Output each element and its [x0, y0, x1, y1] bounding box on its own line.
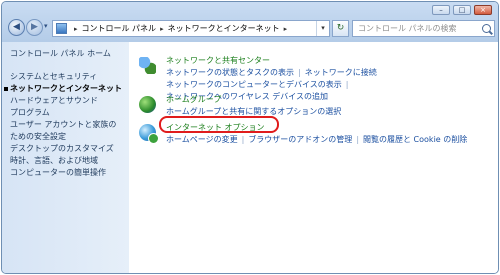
control-panel-window: – □ × ◀ ▶ ▾ ▸ コントロール パネル ▸ ネットワークとインターネッ… — [1, 1, 499, 274]
maximize-button[interactable]: □ — [453, 5, 471, 15]
search-input[interactable]: コントロール パネルの検索 — [352, 20, 495, 37]
sidebar-item-ease-of-access[interactable]: コンピューターの簡単操作 — [10, 167, 129, 179]
link-connect-network[interactable]: ネットワークに接続 — [305, 68, 377, 77]
sidebar-item-user-accounts[interactable]: ユーザー アカウントと家族のための安全設定 — [10, 119, 122, 143]
back-button[interactable]: ◀ — [8, 19, 25, 36]
link-divider: | — [356, 135, 360, 144]
breadcrumb-separator-icon[interactable]: ▸ — [284, 25, 288, 33]
address-dropdown-icon[interactable]: ▾ — [316, 21, 329, 36]
window-controls: – □ × — [432, 5, 492, 15]
sidebar-control-panel-home[interactable]: コントロール パネル ホーム — [10, 48, 129, 59]
link-homegroup-options[interactable]: ホームグループと共有に関するオプションの選択 — [166, 107, 341, 116]
sidebar-item-hardware-sound[interactable]: ハードウェアとサウンド — [10, 95, 129, 107]
network-sharing-icon[interactable] — [139, 57, 156, 74]
recent-pages-chevron-icon[interactable]: ▾ — [44, 22, 48, 30]
sidebar-item-network-internet: ネットワークとインターネット — [4, 83, 129, 95]
link-divider: | — [241, 135, 245, 144]
internet-options-icon[interactable] — [139, 124, 159, 144]
close-button[interactable]: × — [474, 5, 492, 15]
breadcrumb-separator-icon[interactable]: ▸ — [74, 25, 78, 33]
sidebar-item-clock-language-region[interactable]: 時計、言語、および地域 — [10, 155, 129, 167]
link-view-network-status[interactable]: ネットワークの状態とタスクの表示 — [166, 68, 294, 77]
highlight-ring — [159, 116, 279, 133]
refresh-icon[interactable]: ↻ — [332, 20, 349, 37]
link-delete-history-cookies[interactable]: 閲覧の履歴と Cookie の削除 — [363, 135, 467, 144]
control-panel-icon — [56, 23, 67, 34]
address-bar[interactable]: ▸ コントロール パネル ▸ ネットワークとインターネット ▸ ▾ — [52, 20, 330, 37]
link-change-homepage[interactable]: ホームページの変更 — [166, 135, 238, 144]
address-toolbar: – □ × ◀ ▶ ▾ ▸ コントロール パネル ▸ ネットワークとインターネッ… — [2, 2, 498, 42]
sidebar-item-system-security[interactable]: システムとセキュリティ — [10, 71, 129, 83]
category-title[interactable]: ホームグループ — [166, 94, 221, 105]
minimize-button[interactable]: – — [432, 5, 450, 15]
link-divider: | — [345, 80, 349, 89]
breadcrumb-separator-icon[interactable]: ▸ — [160, 25, 164, 33]
category-links: ホームページの変更 | ブラウザーのアドオンの管理 | 閲覧の履歴と Cookie の削… — [166, 134, 498, 146]
search-icon[interactable] — [482, 24, 491, 33]
breadcrumb-control-panel[interactable]: コントロール パネル — [82, 23, 157, 34]
link-divider: | — [298, 68, 301, 77]
breadcrumb-network-internet[interactable]: ネットワークとインターネット — [168, 23, 280, 34]
homegroup-icon[interactable] — [139, 96, 156, 113]
link-manage-addons[interactable]: ブラウザーのアドオンの管理 — [248, 135, 352, 144]
sidebar: コントロール パネル ホーム システムとセキュリティ ネットワークとインターネッ… — [2, 42, 129, 273]
link-view-network-computers[interactable]: ネットワークのコンピューターとデバイスの表示 — [166, 80, 342, 89]
sidebar-item-programs[interactable]: プログラム — [10, 107, 129, 119]
forward-button[interactable]: ▶ — [26, 19, 43, 36]
main-content: ネットワークと共有センター ネットワークの状態とタスクの表示 | ネットワークに接続… — [129, 42, 498, 273]
search-placeholder: コントロール パネルの検索 — [358, 24, 457, 33]
sidebar-item-appearance[interactable]: デスクトップのカスタマイズ — [10, 143, 129, 155]
category-title[interactable]: ネットワークと共有センター — [166, 55, 270, 66]
